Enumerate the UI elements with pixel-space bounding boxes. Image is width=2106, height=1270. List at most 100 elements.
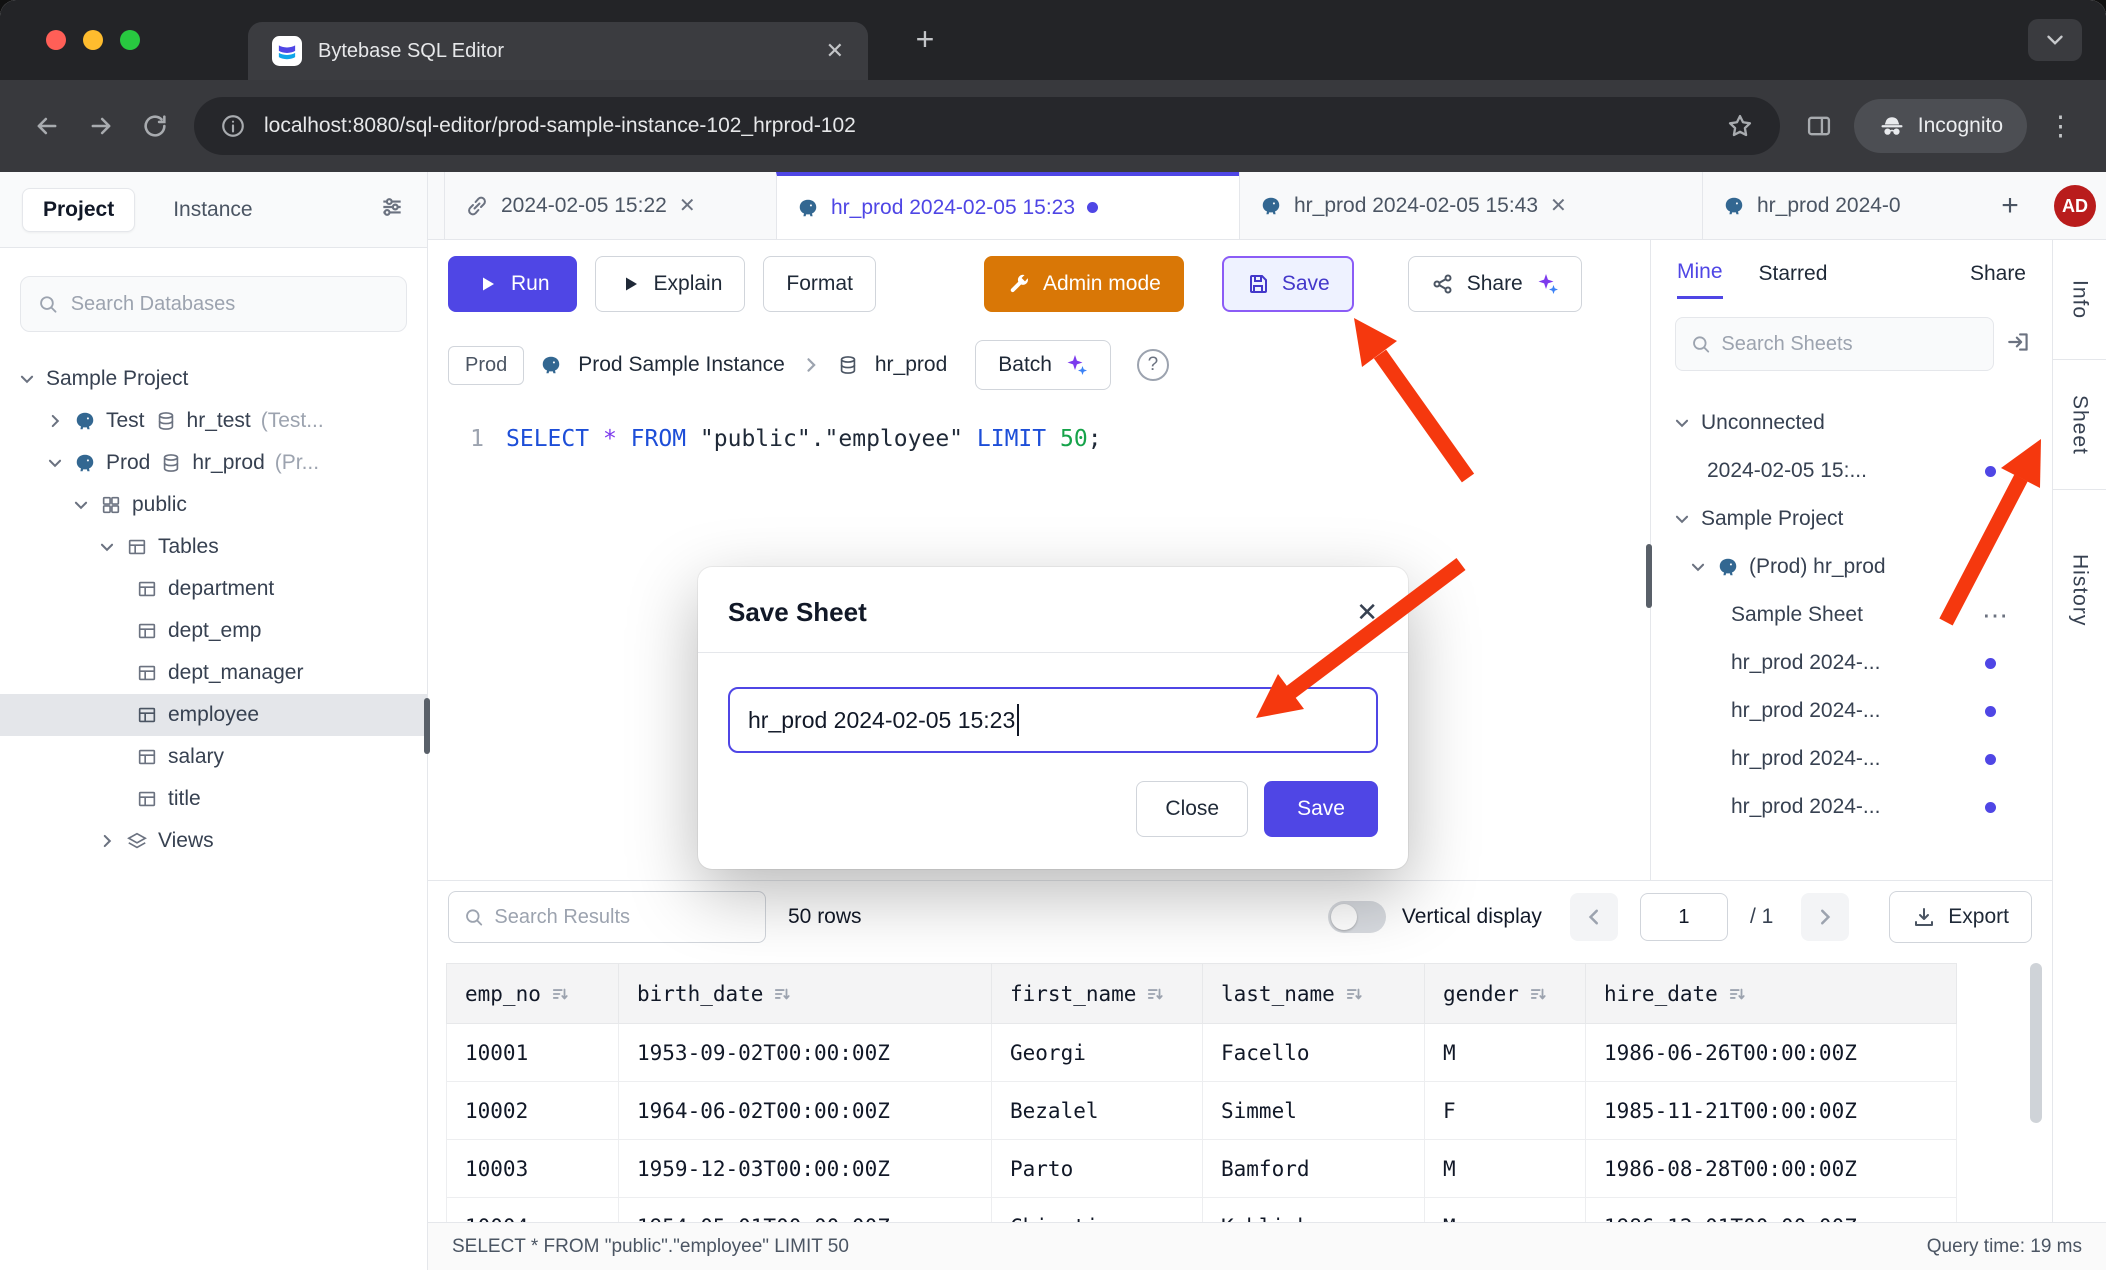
reload-button[interactable] [128, 99, 182, 153]
sort-icon[interactable] [773, 985, 791, 1003]
sql-editor-area[interactable]: 1 SELECT * FROM "public"."employee" LIMI… [428, 390, 1650, 452]
bookmark-star-icon[interactable] [1726, 112, 1754, 140]
explain-button[interactable]: Explain [595, 256, 746, 312]
window-zoom-button[interactable] [120, 30, 140, 50]
sheet-name-input[interactable]: hr_prod 2024-02-05 15:23 [728, 687, 1378, 753]
filter-settings-button[interactable] [379, 194, 405, 225]
batch-button[interactable]: Batch [975, 340, 1111, 390]
panel-resize-handle[interactable] [1646, 544, 1652, 608]
caret-down-icon[interactable] [46, 454, 64, 472]
sheet-item[interactable]: hr_prod 2024-... [1651, 639, 2052, 687]
tree-item-prod-instance[interactable]: Prod hr_prod (Pr... [0, 442, 427, 484]
editor-tab-3[interactable]: hr_prod 2024-02-05 15:43 ✕ [1239, 172, 1702, 239]
tab-mine[interactable]: Mine [1677, 260, 1723, 299]
export-button[interactable]: Export [1889, 891, 2032, 943]
sheet-search[interactable] [1675, 317, 1994, 371]
caret-right-icon[interactable] [46, 412, 64, 430]
tree-item-table-department[interactable]: department [0, 568, 427, 610]
tree-item-tables-group[interactable]: Tables [0, 526, 427, 568]
url-bar[interactable]: localhost:8080/sql-editor/prod-sample-in… [194, 97, 1780, 155]
vertical-display-toggle[interactable] [1328, 901, 1386, 933]
database-search[interactable] [20, 276, 407, 332]
browser-menu-button[interactable]: ⋮ [2035, 111, 2086, 142]
table-row[interactable]: 100031959-12-03T00:00:00ZPartoBamfordM19… [447, 1140, 1957, 1198]
column-header[interactable]: gender [1425, 964, 1586, 1024]
tab-sheet[interactable]: Sheet [2053, 360, 2106, 490]
sheet-item[interactable]: hr_prod 2024-... [1651, 687, 2052, 735]
tree-item-schema-public[interactable]: public [0, 484, 427, 526]
editor-tab-2-active[interactable]: hr_prod 2024-02-05 15:23 [776, 172, 1239, 239]
browser-tab[interactable]: Bytebase SQL Editor ✕ [248, 22, 868, 80]
next-page-button[interactable] [1801, 893, 1849, 941]
prev-page-button[interactable] [1570, 893, 1618, 941]
tab-shared[interactable]: Share [1970, 262, 2026, 298]
tab-project[interactable]: Project [22, 188, 135, 232]
sheet-item[interactable]: hr_prod 2024-... [1651, 735, 2052, 783]
environment-chip[interactable]: Prod [448, 346, 524, 385]
tree-item-test-instance[interactable]: Test hr_test (Test... [0, 400, 427, 442]
side-panel-button[interactable] [1792, 99, 1846, 153]
column-header[interactable]: birth_date [619, 964, 992, 1024]
tree-item-table-dept-manager[interactable]: dept_manager [0, 652, 427, 694]
user-avatar[interactable]: AD [2054, 185, 2096, 227]
tab-close-icon[interactable]: ✕ [826, 38, 844, 64]
tree-item-table-title[interactable]: title [0, 778, 427, 820]
database-search-input[interactable] [71, 293, 390, 316]
window-minimize-button[interactable] [83, 30, 103, 50]
site-info-icon[interactable] [220, 113, 246, 139]
column-header[interactable]: last_name [1203, 964, 1425, 1024]
sheet-item[interactable]: 2024-02-05 15:... [1651, 447, 2052, 495]
run-button[interactable]: Run [448, 256, 577, 312]
tree-item-table-dept-emp[interactable]: dept_emp [0, 610, 427, 652]
tree-item-table-salary[interactable]: salary [0, 736, 427, 778]
table-scrollbar[interactable] [2030, 963, 2042, 1123]
tab-instance[interactable]: Instance [173, 198, 252, 222]
editor-tab-1[interactable]: 2024-02-05 15:22 ✕ [444, 172, 776, 239]
tree-item-table-employee[interactable]: employee [0, 694, 427, 736]
table-row[interactable]: 100021964-06-02T00:00:00ZBezalelSimmelF1… [447, 1082, 1957, 1140]
tab-search-button[interactable] [2028, 19, 2082, 61]
sort-icon[interactable] [1529, 985, 1547, 1003]
share-button[interactable]: Share [1408, 256, 1582, 312]
tab-starred[interactable]: Starred [1759, 262, 1828, 298]
sheet-menu-icon[interactable]: ⋯ [1982, 600, 2008, 631]
caret-right-icon[interactable] [98, 832, 116, 850]
sheet-search-input[interactable] [1721, 333, 1979, 356]
column-header[interactable]: hire_date [1586, 964, 1957, 1024]
help-icon[interactable]: ? [1137, 349, 1169, 381]
forward-button[interactable] [74, 99, 128, 153]
tree-item-project[interactable]: Sample Project [0, 358, 427, 400]
modal-close-icon[interactable]: ✕ [1356, 597, 1378, 628]
table-row[interactable]: 100041954-05-01T00:00:00ZChirstianKoblic… [447, 1198, 1957, 1223]
window-close-button[interactable] [46, 30, 66, 50]
sidebar-resize-handle[interactable] [424, 698, 430, 754]
caret-down-icon[interactable] [1689, 558, 1707, 576]
database-name[interactable]: hr_prod [875, 353, 947, 377]
admin-mode-button[interactable]: Admin mode [984, 256, 1184, 312]
sheet-group-unconnected[interactable]: Unconnected [1651, 399, 2052, 447]
back-button[interactable] [20, 99, 74, 153]
editor-tab-4[interactable]: hr_prod 2024-0 [1702, 172, 1984, 239]
collapse-panel-button[interactable] [2006, 329, 2032, 360]
sheet-group-project[interactable]: Sample Project [1651, 495, 2052, 543]
caret-down-icon[interactable] [98, 538, 116, 556]
page-number-input[interactable] [1640, 893, 1728, 941]
sort-icon[interactable] [1146, 985, 1164, 1003]
results-search[interactable] [448, 891, 766, 943]
instance-name[interactable]: Prod Sample Instance [578, 353, 785, 377]
tab-close-icon[interactable]: ✕ [1550, 193, 1567, 218]
caret-down-icon[interactable] [1673, 510, 1691, 528]
sheet-item-sample-sheet[interactable]: Sample Sheet ⋯ [1651, 591, 2052, 639]
modal-save-button[interactable]: Save [1264, 781, 1378, 837]
save-button[interactable]: Save [1222, 256, 1354, 312]
results-search-input[interactable] [494, 906, 751, 929]
tree-item-views-group[interactable]: Views [0, 820, 427, 862]
tab-history[interactable]: History [2053, 490, 2106, 690]
table-row[interactable]: 100011953-09-02T00:00:00ZGeorgiFacelloM1… [447, 1024, 1957, 1082]
sort-icon[interactable] [1728, 985, 1746, 1003]
sort-icon[interactable] [551, 985, 569, 1003]
column-header[interactable]: first_name [992, 964, 1203, 1024]
sheet-item[interactable]: hr_prod 2024-... [1651, 783, 2052, 831]
modal-close-button[interactable]: Close [1136, 781, 1248, 837]
sheet-group-database[interactable]: (Prod) hr_prod [1651, 543, 2052, 591]
